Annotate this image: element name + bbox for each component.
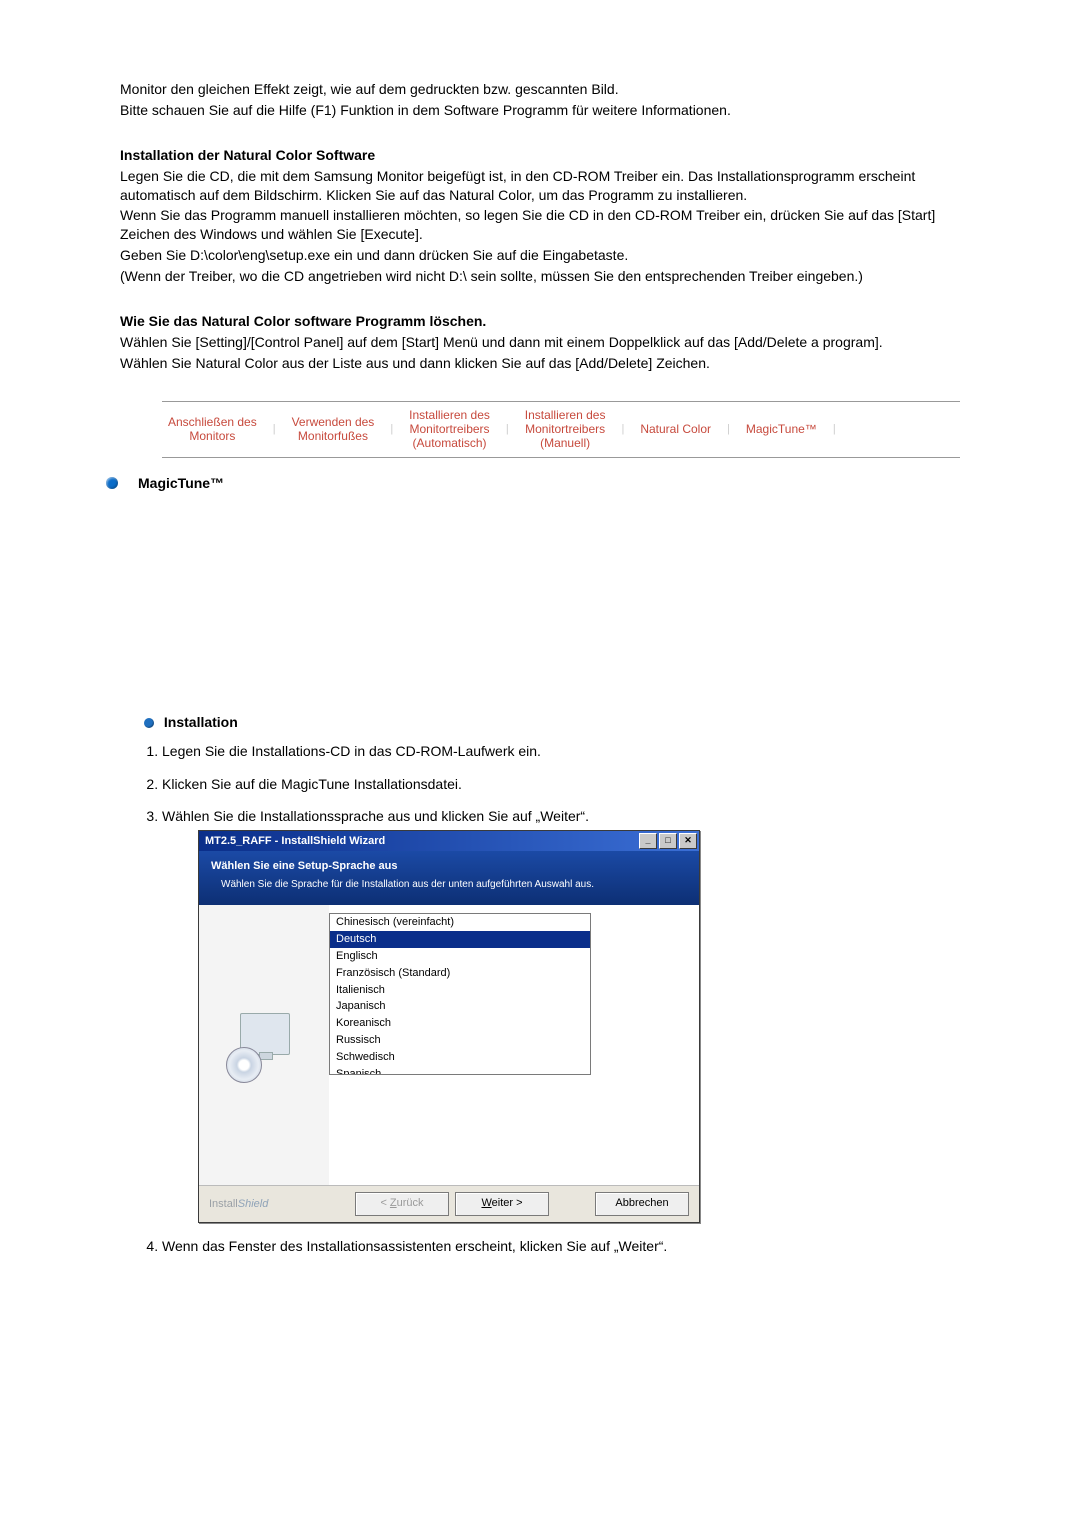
- wizard-footer: InstallShield < Zurück Weiter > Abbreche…: [199, 1185, 699, 1222]
- install-steps-list: Legen Sie die Installations-CD in das CD…: [144, 742, 960, 1256]
- language-option[interactable]: Spanisch: [330, 1066, 590, 1075]
- installshield-wizard-window: MT2.5_RAFF - InstallShield Wizard _ □ ✕ …: [198, 830, 700, 1223]
- step-3: Wählen Sie die Installationssprache aus …: [162, 807, 960, 1223]
- intro-line1: Monitor den gleichen Effekt zeigt, wie a…: [120, 80, 960, 99]
- step-2: Klicken Sie auf die MagicTune Installati…: [162, 775, 960, 794]
- remove-nc-heading: Wie Sie das Natural Color software Progr…: [120, 312, 960, 331]
- language-option[interactable]: Schwedisch: [330, 1049, 590, 1066]
- install-nc-heading: Installation der Natural Color Software: [120, 146, 960, 165]
- bullet-icon: [106, 477, 118, 489]
- wizard-titlebar[interactable]: MT2.5_RAFF - InstallShield Wizard _ □ ✕: [199, 831, 699, 851]
- install-nc-p2: Wenn Sie das Programm manuell installier…: [120, 206, 960, 244]
- step-4: Wenn das Fenster des Installationsassist…: [162, 1237, 960, 1256]
- tab-install-driver-auto[interactable]: Installieren des Monitortreibers (Automa…: [403, 408, 496, 451]
- section-tabs: Anschließen des Monitors| Verwenden des …: [162, 401, 960, 458]
- language-option[interactable]: Koreanisch: [330, 1015, 590, 1032]
- language-listbox[interactable]: Chinesisch (vereinfacht)DeutschEnglischF…: [329, 913, 591, 1075]
- wizard-header-title: Wählen Sie eine Setup-Sprache aus: [211, 859, 687, 874]
- wizard-title: MT2.5_RAFF - InstallShield Wizard: [205, 834, 637, 849]
- step-1: Legen Sie die Installations-CD in das CD…: [162, 742, 960, 761]
- language-option[interactable]: Chinesisch (vereinfacht): [330, 914, 590, 931]
- language-option[interactable]: Japanisch: [330, 998, 590, 1015]
- maximize-button[interactable]: □: [659, 833, 677, 849]
- installation-heading: Installation: [164, 714, 238, 730]
- back-button: < Zurück: [355, 1192, 449, 1216]
- install-nc-p4: (Wenn der Treiber, wo die CD angetrieben…: [120, 267, 960, 286]
- wizard-header: Wählen Sie eine Setup-Sprache aus Wählen…: [199, 851, 699, 905]
- magictune-heading: MagicTune™: [138, 474, 224, 493]
- remove-nc-p2: Wählen Sie Natural Color aus der Liste a…: [120, 354, 960, 373]
- cancel-button[interactable]: Abbrechen: [595, 1192, 689, 1216]
- tab-magictune[interactable]: MagicTune™: [740, 422, 823, 436]
- tab-connect-monitor[interactable]: Anschließen des Monitors: [162, 415, 263, 444]
- install-nc-p1: Legen Sie die CD, die mit dem Samsung Mo…: [120, 167, 960, 205]
- minimize-button[interactable]: _: [639, 833, 657, 849]
- tab-monitor-stand[interactable]: Verwenden des Monitorfußes: [286, 415, 381, 444]
- language-option[interactable]: Italienisch: [330, 982, 590, 999]
- sub-bullet-icon: [144, 718, 154, 728]
- language-option[interactable]: Deutsch: [330, 931, 590, 948]
- language-option[interactable]: Russisch: [330, 1032, 590, 1049]
- installshield-brand: InstallShield: [209, 1197, 268, 1212]
- wizard-header-subtitle: Wählen Sie die Sprache für die Installat…: [221, 878, 687, 891]
- next-button[interactable]: Weiter >: [455, 1192, 549, 1216]
- intro-line2: Bitte schauen Sie auf die Hilfe (F1) Fun…: [120, 101, 960, 120]
- close-button[interactable]: ✕: [679, 833, 697, 849]
- language-option[interactable]: Französisch (Standard): [330, 965, 590, 982]
- tab-install-driver-manual[interactable]: Installieren des Monitortreibers (Manuel…: [519, 408, 612, 451]
- computer-cd-icon: [224, 1005, 304, 1085]
- wizard-graphic-panel: [199, 905, 329, 1185]
- tab-natural-color[interactable]: Natural Color: [634, 422, 717, 436]
- install-nc-p3: Geben Sie D:\color\eng\setup.exe ein und…: [120, 246, 960, 265]
- remove-nc-p1: Wählen Sie [Setting]/[Control Panel] auf…: [120, 333, 960, 352]
- language-option[interactable]: Englisch: [330, 948, 590, 965]
